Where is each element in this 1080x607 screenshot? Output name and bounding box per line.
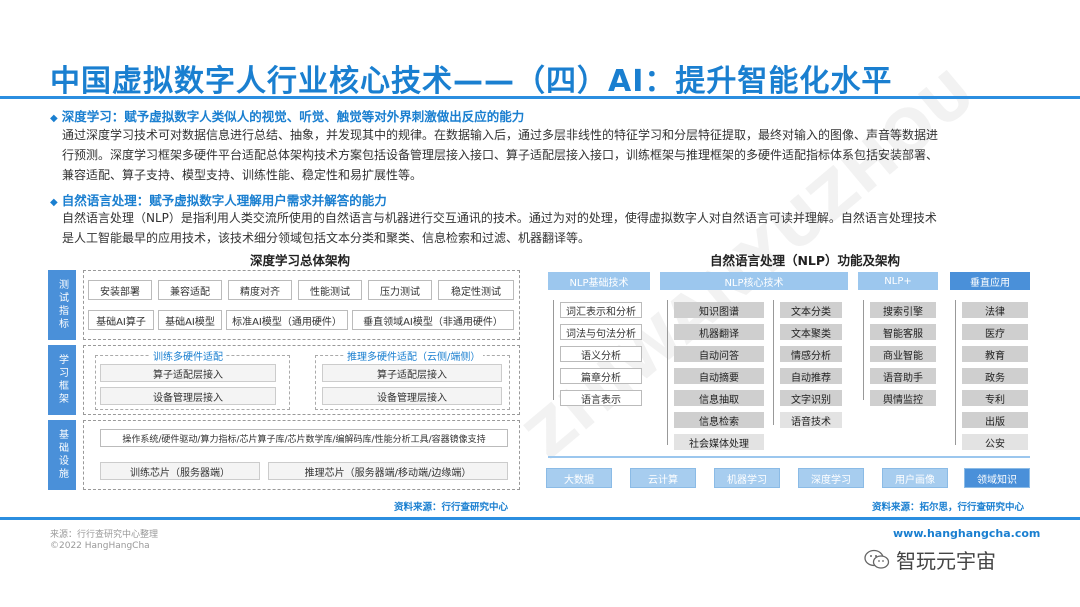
footer-source: 来源：行行查研究中心整理 (50, 530, 159, 540)
nlp-plus-item: 舆情监控 (870, 390, 936, 406)
nlp-core-item: 自动摘要 (674, 368, 764, 384)
nlp-core-header: NLP核心技术 (660, 272, 848, 290)
foundation-box: 大数据 (546, 468, 612, 488)
metric-model-box: 基础AI算子 (88, 310, 154, 330)
metric-model-box: 垂直领域AI模型（非通用硬件） (352, 310, 514, 330)
nlp-core-item: 机器翻译 (674, 324, 764, 340)
nlp-basic-item: 篇章分析 (560, 368, 642, 384)
nlp-diagram-title: 自然语言处理（NLP）功能及架构 (709, 253, 901, 268)
foundation-box: 深度学习 (798, 468, 864, 488)
deep-learning-diagram-title: 深度学习总体架构 (249, 253, 350, 268)
infer-chip-box: 推理芯片（服务器端/移动端/边缘端） (268, 462, 508, 480)
nlp-core-item: 自动推荐 (780, 368, 842, 384)
foundation-box: 领域知识 (964, 468, 1030, 488)
nlp-plus-item: 商业智能 (870, 346, 936, 362)
footer-url[interactable]: www.hanghangcha.com (893, 527, 1040, 540)
side-label-frameworks: 学习框架 (48, 345, 76, 415)
nlp-core-item: 社会媒体处理 (674, 434, 764, 450)
nlp-plus-item: 智能客服 (870, 324, 936, 340)
nlp-core-item: 文本聚类 (780, 324, 842, 340)
infer-box: 算子适配层接入 (322, 364, 502, 382)
foundation-box: 机器学习 (714, 468, 780, 488)
infer-box: 设备管理层接入 (322, 387, 502, 405)
nlp-basic-item: 语义分析 (560, 346, 642, 362)
nlp-basic-item: 词法与句法分析 (560, 324, 642, 340)
metric-box: 性能测试 (298, 280, 362, 300)
wechat-badge: 智玩元宇宙 (864, 545, 996, 574)
vertical-app-item: 政务 (962, 368, 1028, 384)
train-chip-box: 训练芯片（服务器端） (100, 462, 260, 480)
nlp-core-item: 情感分析 (780, 346, 842, 362)
nlp-basic-item: 语言表示 (560, 390, 642, 406)
infra-stack-box: 操作系统/硬件驱动/算力指标/芯片算子库/芯片数学库/编解码库/性能分析工具/容… (100, 429, 508, 447)
diamond-bullet-icon: ◆ (50, 197, 58, 208)
wechat-icon (864, 549, 890, 571)
metric-box: 安装部署 (88, 280, 152, 300)
foundation-box: 用户画像 (882, 468, 948, 488)
side-label-infrastructure: 基础设施 (48, 420, 76, 490)
nlp-core-item: 文本分类 (780, 302, 842, 318)
train-label: 训练多硬件适配 (150, 348, 226, 363)
vertical-app-item: 医疗 (962, 324, 1028, 340)
nlp-plus-item: 搜索引擎 (870, 302, 936, 318)
metric-box: 压力测试 (368, 280, 432, 300)
nlp-core-item: 文字识别 (780, 390, 842, 406)
wechat-account-name: 智玩元宇宙 (896, 549, 996, 573)
metric-model-box: 标准AI模型（通用硬件） (226, 310, 348, 330)
metric-model-box: 基础AI模型 (158, 310, 222, 330)
vertical-app-item: 公安 (962, 434, 1028, 450)
train-box: 算子适配层接入 (100, 364, 276, 382)
side-label-metrics: 测试指标 (48, 270, 76, 340)
section-deep-learning-text: 通过深度学习技术可对数据信息进行总结、抽象，并发现其中的规律。在数据输入后，通过… (62, 128, 939, 182)
section-deep-learning-heading: ◆ 深度学习：赋予虚拟数字人类似人的视觉、听觉、触觉等对外界刺激做出反应的能力 (50, 109, 525, 124)
left-diagram-source: 资料来源：行行查研究中心 (394, 502, 509, 513)
nlp-plus-item: 语音助手 (870, 368, 936, 384)
vertical-app-header: 垂直应用 (950, 272, 1030, 290)
nlp-core-item: 自动问答 (674, 346, 764, 362)
metric-box: 精度对齐 (228, 280, 292, 300)
nlp-basic-item: 词汇表示和分析 (560, 302, 642, 318)
vertical-app-item: 出版 (962, 412, 1028, 428)
section-nlp-text: 自然语言处理（NLP）是指利用人类交流所使用的自然语言与机器进行交互通讯的技术。… (62, 211, 937, 245)
foundation-box: 云计算 (630, 468, 696, 488)
infer-label: 推理多硬件适配（云侧/端侧） (344, 348, 484, 363)
vertical-app-item: 法律 (962, 302, 1028, 318)
nlp-core-item: 知识图谱 (674, 302, 764, 318)
section-nlp-heading: ◆ 自然语言处理：赋予虚拟数字人理解用户需求并解答的能力 (50, 193, 387, 208)
title-divider (0, 96, 1080, 99)
metric-box: 稳定性测试 (438, 280, 514, 300)
footer-divider (0, 517, 1080, 520)
nlp-core-item: 信息抽取 (674, 390, 764, 406)
nlp-plus-header: NLP+ (858, 272, 938, 290)
vertical-app-item: 教育 (962, 346, 1028, 362)
page-title: 中国虚拟数字人行业核心技术——（四）AI：提升智能化水平 (50, 64, 893, 99)
nlp-core-item: 信息检索 (674, 412, 764, 428)
footer-copyright: ©2022 HangHangCha (50, 541, 150, 551)
nlp-core-item: 语音技术 (780, 412, 842, 428)
vertical-app-item: 专利 (962, 390, 1028, 406)
diamond-bullet-icon: ◆ (50, 113, 58, 124)
train-box: 设备管理层接入 (100, 387, 276, 405)
metric-box: 兼容适配 (158, 280, 222, 300)
right-diagram-source: 资料来源：拓尔思，行行查研究中心 (872, 502, 1025, 513)
nlp-basic-header: NLP基础技术 (548, 272, 650, 290)
